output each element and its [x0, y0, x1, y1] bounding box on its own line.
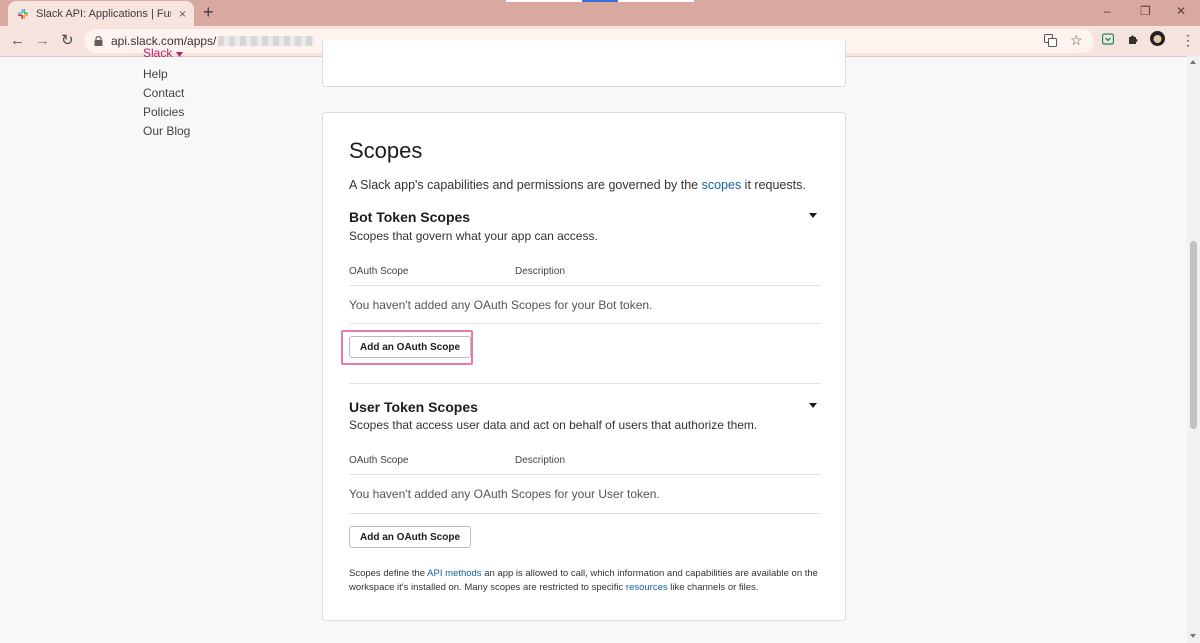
- user-scopes-empty-message: You haven't added any OAuth Scopes for y…: [349, 487, 660, 501]
- bot-scopes-collapse-icon[interactable]: [809, 213, 817, 218]
- scopes-card: Scopes A Slack app's capabilities and pe…: [322, 112, 846, 621]
- bot-scopes-description: Scopes that govern what your app can acc…: [349, 229, 598, 243]
- profile-avatar[interactable]: [1150, 31, 1165, 49]
- browser-tab-bar: Slack API: Applications | FunLock × + – …: [0, 0, 1200, 26]
- window-strip: [618, 0, 694, 2]
- resources-link[interactable]: resources: [626, 582, 668, 593]
- user-scopes-description: Scopes that access user data and act on …: [349, 418, 758, 432]
- tab-title: Slack API: Applications | FunLock: [36, 7, 171, 20]
- minimize-button[interactable]: –: [1104, 4, 1111, 18]
- back-icon[interactable]: ←: [10, 32, 25, 49]
- policies-link[interactable]: Policies: [143, 105, 184, 119]
- url-redacted: [218, 36, 315, 46]
- user-token-scopes-heading: User Token Scopes: [349, 399, 478, 415]
- user-column-description: Description: [515, 455, 566, 466]
- bot-column-description: Description: [515, 266, 566, 277]
- lock-icon: [94, 36, 103, 46]
- chevron-down-icon: [175, 52, 183, 57]
- add-user-oauth-scope-button[interactable]: Add an OAuth Scope: [349, 526, 471, 548]
- divider: [349, 513, 821, 514]
- pocket-extension-icon[interactable]: [1101, 33, 1115, 48]
- bot-scopes-empty-message: You haven't added any OAuth Scopes for y…: [349, 298, 653, 312]
- forward-icon[interactable]: →: [35, 32, 50, 49]
- divider: [349, 474, 821, 475]
- scroll-up-icon[interactable]: [1190, 60, 1196, 64]
- scopes-heading: Scopes: [349, 138, 423, 163]
- api-methods-link[interactable]: API methods: [427, 568, 481, 579]
- page-scrollbar[interactable]: [1187, 56, 1200, 643]
- window-strip-accent: [582, 0, 618, 2]
- user-scopes-collapse-icon[interactable]: [809, 403, 817, 408]
- bookmark-star-icon[interactable]: ☆: [1070, 32, 1083, 49]
- slack-link[interactable]: Slack: [143, 46, 183, 60]
- divider: [349, 285, 821, 286]
- extensions-puzzle-icon[interactable]: [1127, 33, 1139, 48]
- help-link[interactable]: Help: [143, 67, 168, 81]
- add-bot-oauth-scope-button[interactable]: Add an OAuth Scope: [349, 336, 471, 358]
- contact-link[interactable]: Contact: [143, 86, 184, 100]
- slack-favicon-icon: [16, 7, 29, 20]
- scroll-down-icon[interactable]: [1190, 634, 1196, 638]
- browser-menu-icon[interactable]: ⋮: [1181, 33, 1195, 48]
- previous-section-card: [322, 40, 846, 87]
- scrollbar-thumb[interactable]: [1190, 241, 1197, 429]
- scopes-footnote: Scopes define the API methods an app is …: [349, 568, 818, 593]
- user-column-oauth-scope: OAuth Scope: [349, 455, 409, 466]
- divider: [349, 383, 821, 384]
- tab-close-icon[interactable]: ×: [179, 7, 186, 21]
- scopes-intro: A Slack app's capabilities and permissio…: [349, 178, 806, 192]
- bot-token-scopes-heading: Bot Token Scopes: [349, 209, 471, 225]
- restore-button[interactable]: ❐: [1140, 4, 1151, 18]
- new-tab-button[interactable]: +: [203, 3, 214, 21]
- our-blog-link[interactable]: Our Blog: [143, 124, 190, 138]
- window-strip: [506, 0, 586, 2]
- close-window-button[interactable]: ✕: [1176, 4, 1186, 18]
- scopes-link[interactable]: scopes: [702, 178, 742, 192]
- reload-icon[interactable]: ↻: [61, 32, 74, 49]
- divider: [349, 323, 821, 324]
- translate-icon[interactable]: [1044, 34, 1057, 50]
- browser-tab[interactable]: Slack API: Applications | FunLock ×: [8, 1, 194, 26]
- bot-column-oauth-scope: OAuth Scope: [349, 266, 409, 277]
